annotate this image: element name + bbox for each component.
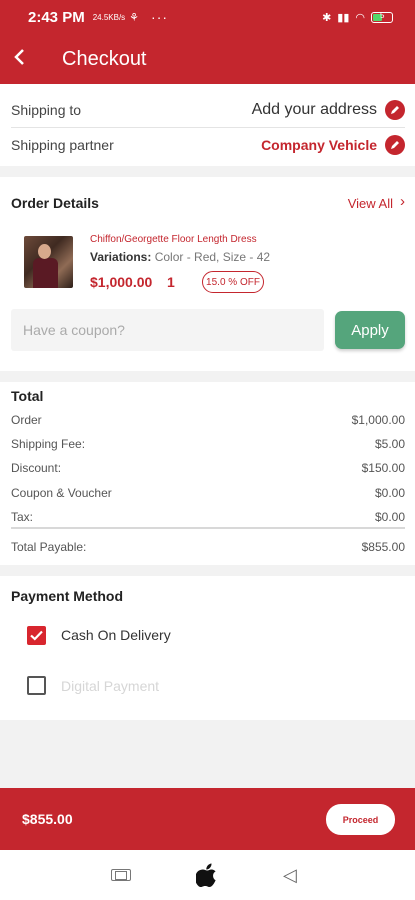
status-icons: ✱ ▮▮ ◠ 5 [322, 11, 393, 24]
system-nav-bar: ◁ [0, 850, 415, 900]
view-all-link[interactable]: View All [348, 196, 393, 211]
cash-on-delivery-label[interactable]: Cash On Delivery [61, 627, 171, 643]
divider [11, 527, 405, 529]
shipping-to-label: Shipping to [11, 102, 82, 118]
total-row-amount: $0.00 [374, 486, 405, 500]
variations-value: Color - Red, Size - 42 [154, 250, 271, 264]
total-row-shipping: Shipping Fee: $5.00 [11, 437, 405, 451]
payment-method-section: Payment Method Cash On Delivery Digital … [0, 576, 415, 720]
discount-badge: 15.0 % OFF [202, 271, 264, 293]
digital-payment-checkbox[interactable] [27, 676, 46, 695]
wifi-icon: ◠ [355, 11, 365, 24]
more-notifications-icon: ··· [151, 9, 169, 25]
shipping-partner-row[interactable]: Shipping partner Company Vehicle [11, 131, 405, 159]
total-heading: Total [11, 388, 44, 404]
order-details-section: Order Details View All › Chiffon/Georget… [0, 177, 415, 371]
shipping-partner-value[interactable]: Company Vehicle [261, 137, 377, 153]
shipping-section: Shipping to Add your address Shipping pa… [0, 84, 415, 166]
total-payable-row: Total Payable: $855.00 [11, 540, 405, 554]
page-title: Checkout [62, 47, 147, 70]
total-row-amount: $0.00 [374, 510, 405, 524]
total-section: Total Order $1,000.00 Shipping Fee: $5.0… [0, 382, 415, 565]
total-row-amount: $1,000.00 [351, 413, 405, 427]
payment-method-heading: Payment Method [11, 588, 124, 604]
order-details-heading: Order Details [11, 195, 99, 211]
battery-icon: 5 [371, 10, 393, 23]
total-payable-amount: $855.00 [361, 540, 405, 554]
bluetooth-icon: ✱ [322, 11, 332, 24]
total-row-label: Coupon & Voucher [11, 486, 112, 500]
checkout-bottom-bar: $855.00 Proceed [0, 788, 415, 850]
status-time: 2:43 PM [28, 8, 85, 26]
variations-label: Variations: [90, 250, 152, 264]
total-row-tax: Tax: $0.00 [11, 510, 405, 524]
edit-partner-icon[interactable] [385, 135, 405, 155]
back-arrow-icon[interactable] [12, 46, 42, 72]
total-row-label: Tax: [11, 510, 34, 524]
divider [11, 127, 405, 128]
battery-level: 5 [380, 10, 385, 20]
total-row-coupon: Coupon & Voucher $0.00 [11, 486, 405, 500]
bottom-total-amount: $855.00 [22, 811, 73, 827]
product-price: $1,000.00 [90, 274, 153, 290]
total-row-order: Order $1,000.00 [11, 413, 405, 427]
network-speed: 24.5KB/s [92, 12, 126, 22]
app-bar: Checkout [0, 34, 415, 84]
digital-payment-label[interactable]: Digital Payment [61, 678, 159, 694]
product-image[interactable] [24, 236, 73, 288]
shipping-partner-label: Shipping partner [11, 137, 114, 153]
edit-address-icon[interactable] [385, 100, 405, 120]
total-row-label: Order [11, 413, 42, 427]
shipping-address-value[interactable]: Add your address [252, 101, 377, 119]
apply-coupon-button[interactable]: Apply [335, 311, 405, 349]
signal-icon: ▮▮ [337, 11, 350, 24]
total-row-amount: $150.00 [361, 461, 405, 475]
product-name[interactable]: Chiffon/Georgette Floor Length Dress [90, 234, 257, 245]
nav-back-icon[interactable]: ◁ [283, 865, 297, 886]
apple-home-icon[interactable] [195, 863, 218, 887]
product-variations: Variations: Color - Red, Size - 42 [90, 250, 270, 264]
product-quantity: 1 [167, 274, 175, 290]
total-row-amount: $5.00 [374, 437, 405, 451]
proceed-button[interactable]: Proceed [326, 804, 395, 835]
total-row-discount: Discount: $150.00 [11, 461, 405, 475]
notification-icon: ⚘ [129, 11, 140, 24]
cash-on-delivery-checkbox[interactable] [27, 626, 46, 645]
recent-apps-icon[interactable] [111, 869, 131, 881]
status-bar: 2:43 PM 24.5KB/s ⚘ ··· ✱ ▮▮ ◠ 5 [0, 0, 415, 34]
coupon-input[interactable] [11, 309, 324, 351]
total-row-label: Discount: [11, 461, 62, 475]
chevron-right-icon[interactable]: › [400, 193, 405, 210]
shipping-to-row[interactable]: Shipping to Add your address [11, 96, 405, 124]
total-payable-label: Total Payable: [11, 540, 87, 554]
total-row-label: Shipping Fee: [11, 437, 86, 451]
